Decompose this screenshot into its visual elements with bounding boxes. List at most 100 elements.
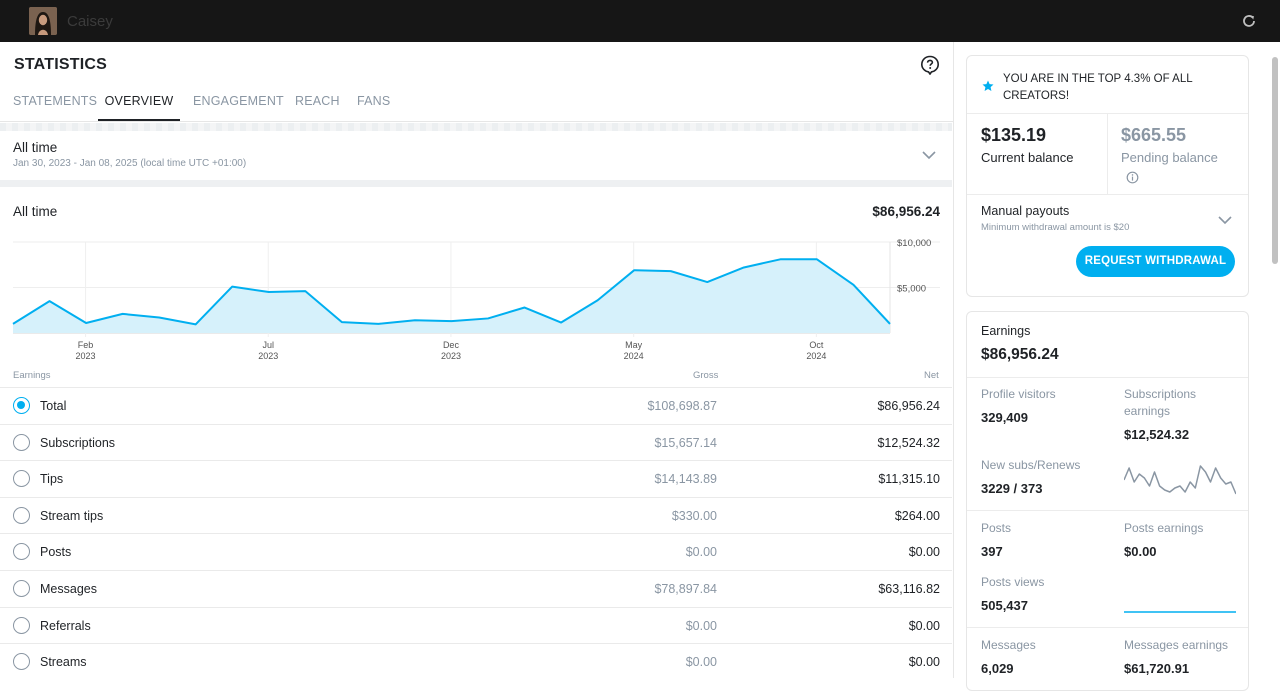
pending-balance-amount: $665.55 xyxy=(1121,125,1187,145)
row-net: $63,116.82 xyxy=(878,582,940,596)
tab-reach[interactable]: REACH xyxy=(295,82,340,121)
chevron-down-icon[interactable] xyxy=(1218,215,1232,225)
new-subs-sparkline xyxy=(1124,465,1236,495)
earnings-card-title: Earnings xyxy=(981,324,1031,338)
summary-label: All time xyxy=(13,204,58,219)
x-tick-year: 2023 xyxy=(258,351,278,361)
chevron-down-icon[interactable] xyxy=(922,150,936,160)
profile-visitors-label: Profile visitors xyxy=(981,387,1056,401)
summary-total: $86,956.24 xyxy=(872,204,940,219)
radio-button[interactable] xyxy=(13,616,30,634)
refresh-icon[interactable] xyxy=(1241,13,1257,29)
radio-button[interactable] xyxy=(13,506,30,524)
x-tick-month: Jul xyxy=(262,340,274,350)
tab-statements[interactable]: STATEMENTS xyxy=(13,82,97,121)
radio-button[interactable] xyxy=(13,543,30,561)
page-title: STATISTICS xyxy=(14,56,107,73)
row-net: $0.00 xyxy=(908,618,940,633)
row-gross: $78,897.84 xyxy=(654,582,717,596)
payout-minimum: Minimum withdrawal amount is $20 xyxy=(981,222,1130,233)
table-row[interactable]: Messages $78,897.84 $63,116.82 xyxy=(0,570,952,606)
row-label: Messages xyxy=(40,582,97,596)
info-icon[interactable] xyxy=(1126,171,1139,184)
avatar[interactable] xyxy=(29,7,57,35)
section-divider xyxy=(0,123,952,131)
column-header-gross: Gross xyxy=(693,370,719,381)
row-label: Referrals xyxy=(40,618,91,633)
tab-fans[interactable]: FANS xyxy=(357,82,390,121)
table-row[interactable]: Referrals $0.00 $0.00 xyxy=(0,606,952,643)
column-header-net: Net xyxy=(924,370,939,381)
payout-mode[interactable]: Manual payouts xyxy=(981,204,1069,218)
posts-views-label: Posts views xyxy=(981,575,1045,589)
row-net: $0.00 xyxy=(908,545,940,560)
x-tick-month: Oct xyxy=(809,340,824,350)
column-divider xyxy=(953,42,954,678)
column-header-earnings: Earnings xyxy=(13,370,51,381)
section-divider xyxy=(0,180,952,187)
subscriptions-earnings-label: Subscriptions earnings xyxy=(1124,387,1197,418)
table-row[interactable]: Total $108,698.87 $86,956.24 xyxy=(0,387,952,423)
new-subs-label: New subs/Renews xyxy=(981,458,1081,472)
x-tick-month: Dec xyxy=(443,340,460,350)
messages-value: 6,029 xyxy=(981,661,1014,676)
earnings-chart: $10,000$5,000Feb2023Jul2023Dec2023May202… xyxy=(12,238,940,361)
table-row[interactable]: Tips $14,143.89 $11,315.10 xyxy=(0,460,952,496)
radio-button[interactable] xyxy=(13,470,30,488)
help-icon[interactable] xyxy=(920,55,940,75)
posts-earnings-label: Posts earnings xyxy=(1124,521,1204,535)
earnings-card: Earnings $86,956.24 Profile visitors 329… xyxy=(966,311,1249,691)
messages-earnings-label: Messages earnings xyxy=(1124,638,1229,652)
x-tick-year: 2024 xyxy=(624,351,644,361)
messages-earnings-value: $61,720.91 xyxy=(1124,661,1190,676)
request-withdrawal-button[interactable]: REQUEST WITHDRAWAL xyxy=(1076,246,1235,277)
posts-views-value: 505,437 xyxy=(981,598,1028,613)
row-label: Tips xyxy=(40,472,64,487)
row-gross: $14,143.89 xyxy=(654,472,717,487)
table-row[interactable]: Subscriptions $15,657.14 $12,524.32 xyxy=(0,423,952,460)
row-gross: $15,657.14 xyxy=(654,435,717,450)
radio-button[interactable] xyxy=(13,433,30,451)
posts-earnings-value: $0.00 xyxy=(1124,544,1157,559)
row-label: Posts xyxy=(40,545,72,560)
range-title: All time xyxy=(13,140,58,155)
radio-button[interactable] xyxy=(13,397,30,414)
username[interactable]: Caisey xyxy=(67,13,113,30)
table-row[interactable]: Posts $0.00 $0.00 xyxy=(0,533,952,569)
y-tick-label: $5,000 xyxy=(897,284,926,295)
scrollbar[interactable] xyxy=(1272,57,1278,264)
new-subs-value: 3229 / 373 xyxy=(981,481,1043,496)
x-tick-year: 2023 xyxy=(441,351,461,361)
range-subtitle: Jan 30, 2023 - Jan 08, 2025 (local time … xyxy=(13,158,247,169)
posts-views-sparkline xyxy=(1124,611,1236,613)
earnings-card-total: $86,956.24 xyxy=(981,346,1059,363)
table-row[interactable]: Streams $0.00 $0.00 xyxy=(0,643,952,679)
radio-button[interactable] xyxy=(13,580,30,597)
x-tick-month: May xyxy=(625,340,643,350)
row-gross: $0.00 xyxy=(685,655,717,670)
top-bar: Caisey xyxy=(0,0,1280,42)
posts-label: Posts xyxy=(981,521,1012,535)
balance-card: YOU ARE IN THE TOP 4.3% OF ALL CREATORS!… xyxy=(966,55,1249,297)
profile-visitors-value: 329,409 xyxy=(981,410,1028,425)
tab-overview[interactable]: OVERVIEW xyxy=(98,82,180,121)
pending-balance-label: Pending balance xyxy=(1121,150,1218,165)
row-label: Subscriptions xyxy=(40,435,116,450)
row-label: Total xyxy=(40,399,67,413)
table-row[interactable]: Stream tips $330.00 $264.00 xyxy=(0,496,952,533)
row-label: Stream tips xyxy=(40,508,104,523)
row-gross: $0.00 xyxy=(685,545,717,560)
radio-button[interactable] xyxy=(13,653,30,671)
x-tick-month: Feb xyxy=(78,340,94,350)
tab-engagement[interactable]: ENGAGEMENT xyxy=(193,82,284,121)
row-net: $12,524.32 xyxy=(877,435,940,450)
row-gross: $330.00 xyxy=(671,508,717,523)
row-net: $11,315.10 xyxy=(878,472,940,487)
row-net: $0.00 xyxy=(908,655,940,670)
subscriptions-earnings-value: $12,524.32 xyxy=(1124,427,1190,442)
messages-label: Messages xyxy=(981,638,1036,652)
row-gross: $0.00 xyxy=(685,618,717,633)
current-balance-label: Current balance xyxy=(981,150,1074,165)
top-creator-banner: YOU ARE IN THE TOP 4.3% OF ALL CREATORS! xyxy=(1003,73,1193,102)
posts-value: 397 xyxy=(981,544,1003,559)
